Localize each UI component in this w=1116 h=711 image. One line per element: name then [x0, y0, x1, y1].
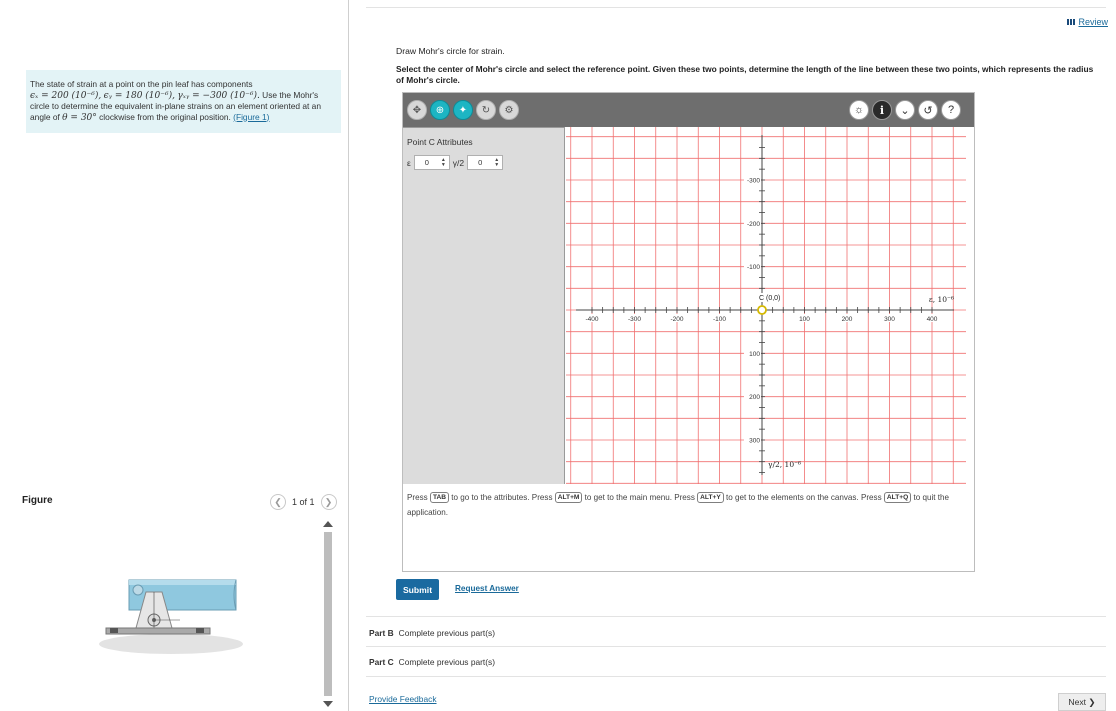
submit-button[interactable]: Submit [396, 579, 439, 600]
figure-heading: Figure [22, 495, 53, 506]
eps-label: ε [407, 157, 411, 168]
center-point-c [757, 305, 767, 315]
scroll-down-icon[interactable] [323, 701, 333, 707]
scrollbar-thumb[interactable] [324, 532, 332, 696]
part-c-label: Part C [369, 657, 394, 667]
problem-pane: The state of strain at a point on the pi… [0, 0, 349, 711]
part-b-status: Complete previous part(s) [398, 628, 496, 638]
key-alt-q: ALT+Q [883, 492, 912, 504]
review-label: Review [1078, 17, 1108, 27]
x-tick-label: 200 [842, 316, 853, 323]
next-label[interactable]: Next [1068, 697, 1086, 707]
gamma-stepper[interactable]: 0 ▲ ▼ [467, 155, 504, 170]
list-icon [1067, 19, 1076, 25]
divider [366, 616, 1106, 617]
hint-icon[interactable]: ☼ [849, 100, 869, 120]
spinner-arrows-icon[interactable]: ▲ ▼ [441, 157, 446, 168]
gamma-value[interactable]: 0 [478, 158, 482, 167]
next-button[interactable]: Next ❯ [1058, 693, 1106, 711]
x-tick-label: 400 [927, 316, 938, 323]
help-text: to get to the elements on the canvas. Pr… [725, 493, 882, 502]
x-tick-label: -300 [628, 316, 641, 323]
reference-point-icon[interactable]: ✦ [453, 100, 473, 120]
chevron-right-icon: ❯ [1088, 696, 1096, 707]
gamma-label: γ/2 [452, 157, 465, 168]
y-tick-label: -300 [747, 178, 760, 185]
move-icon[interactable]: ✥ [407, 100, 427, 120]
x-tick-label: 100 [799, 316, 810, 323]
point-label: C (0,0) [759, 295, 780, 302]
reset-icon[interactable]: ↺ [918, 100, 938, 120]
problem-text-end: clockwise from the original position. [99, 111, 231, 122]
help-text: to go to the attributes. Press [451, 493, 553, 502]
pin-leaf-figure [99, 579, 243, 654]
attributes-row: ε 0 ▲ ▼ γ/2 0 ▲ ▼ [407, 155, 504, 170]
eps-stepper[interactable]: 0 ▲ ▼ [413, 155, 450, 170]
mohr-circle-tool: ✥ ⊕ ✦ ↻ ⚙ ☼ i ⌄ ↺ ? Point C Attributes ε… [402, 92, 975, 572]
center-icon[interactable]: ⊕ [430, 100, 450, 120]
key-alt-y: ALT+Y [697, 492, 724, 504]
part-b[interactable]: Part B Complete previous part(s) [369, 628, 495, 638]
settings-icon[interactable]: ⚙ [499, 100, 519, 120]
attributes-title: Point C Attributes [407, 137, 473, 147]
dropdown-icon[interactable]: ⌄ [895, 100, 915, 120]
angle-theta: θ = 30° [62, 112, 97, 123]
scroll-up-icon[interactable] [323, 521, 333, 527]
instruction-main: Draw Mohr's circle for strain. [396, 46, 505, 56]
chevron-right-icon[interactable]: ❯ [320, 494, 337, 510]
strain-eps-x: ϵₓ = 200 (10⁻⁶), [30, 90, 102, 101]
review-link[interactable]: Review [1067, 17, 1108, 27]
chevron-left-icon[interactable]: ❮ [270, 494, 286, 510]
part-c[interactable]: Part C Complete previous part(s) [369, 657, 495, 667]
canvas-background [566, 127, 966, 484]
y-tick-label: -200 [747, 221, 760, 228]
info-icon[interactable]: i [872, 100, 892, 120]
tool-toolbar: ✥ ⊕ ✦ ↻ ⚙ ☼ i ⌄ ↺ ? [403, 93, 974, 127]
part-b-label: Part B [369, 628, 394, 638]
spinner-arrows-icon[interactable]: ▲ ▼ [494, 157, 499, 168]
x-axis-title: ε, 10⁻⁶ [929, 295, 954, 304]
divider [366, 646, 1106, 647]
y-tick-label: 200 [749, 394, 760, 401]
help-icon[interactable]: ? [941, 100, 961, 120]
help-text: to get to the main menu. Press [584, 493, 695, 502]
provide-feedback-link[interactable]: Provide Feedback [369, 694, 437, 704]
pager-text: 1 of 1 [292, 497, 315, 507]
part-c-status: Complete previous part(s) [398, 657, 496, 667]
problem-text-intro: The state of strain at a point on the pi… [30, 79, 253, 89]
x-tick-label: -100 [713, 316, 726, 323]
key-alt-m: ALT+M [554, 492, 583, 504]
figure-scrollbar[interactable] [322, 518, 334, 710]
page: The state of strain at a point on the pi… [0, 0, 1116, 711]
divider [366, 676, 1106, 677]
figure-link[interactable]: (Figure 1) [233, 112, 269, 122]
strain-eps-y: ϵᵧ = 180 (10⁻⁶), [103, 90, 175, 101]
x-tick-label: -200 [670, 316, 683, 323]
x-tick-label: -400 [585, 316, 598, 323]
eps-value[interactable]: 0 [425, 158, 429, 167]
y-axis-title: γ/2, 10⁻⁶ [768, 460, 801, 469]
help-text: Press [407, 493, 428, 502]
divider [366, 7, 1106, 8]
y-tick-label: 300 [749, 438, 760, 445]
rotate-icon[interactable]: ↻ [476, 100, 496, 120]
keyboard-help: Press TAB to go to the attributes. Press… [407, 490, 969, 520]
instruction-detail: Select the center of Mohr's circle and s… [396, 64, 1094, 85]
x-tick-label: 300 [884, 316, 895, 323]
attributes-panel: Point C Attributes ε 0 ▲ ▼ γ/2 0 ▲ ▼ [403, 127, 565, 484]
y-tick-label: 100 [749, 351, 760, 358]
key-tab: TAB [429, 492, 450, 504]
y-tick-label: -100 [747, 264, 760, 271]
mohr-canvas[interactable]: -400 -300 -200 -100 100 200 300 400 -300 -200 -100… [566, 127, 966, 484]
request-answer-link[interactable]: Request Answer [455, 584, 519, 593]
problem-statement: The state of strain at a point on the pi… [26, 70, 341, 133]
figure-pager: ❮ 1 of 1 ❯ [270, 494, 337, 510]
strain-gamma-xy: γₓᵧ = −300 (10⁻⁶). [177, 90, 260, 101]
